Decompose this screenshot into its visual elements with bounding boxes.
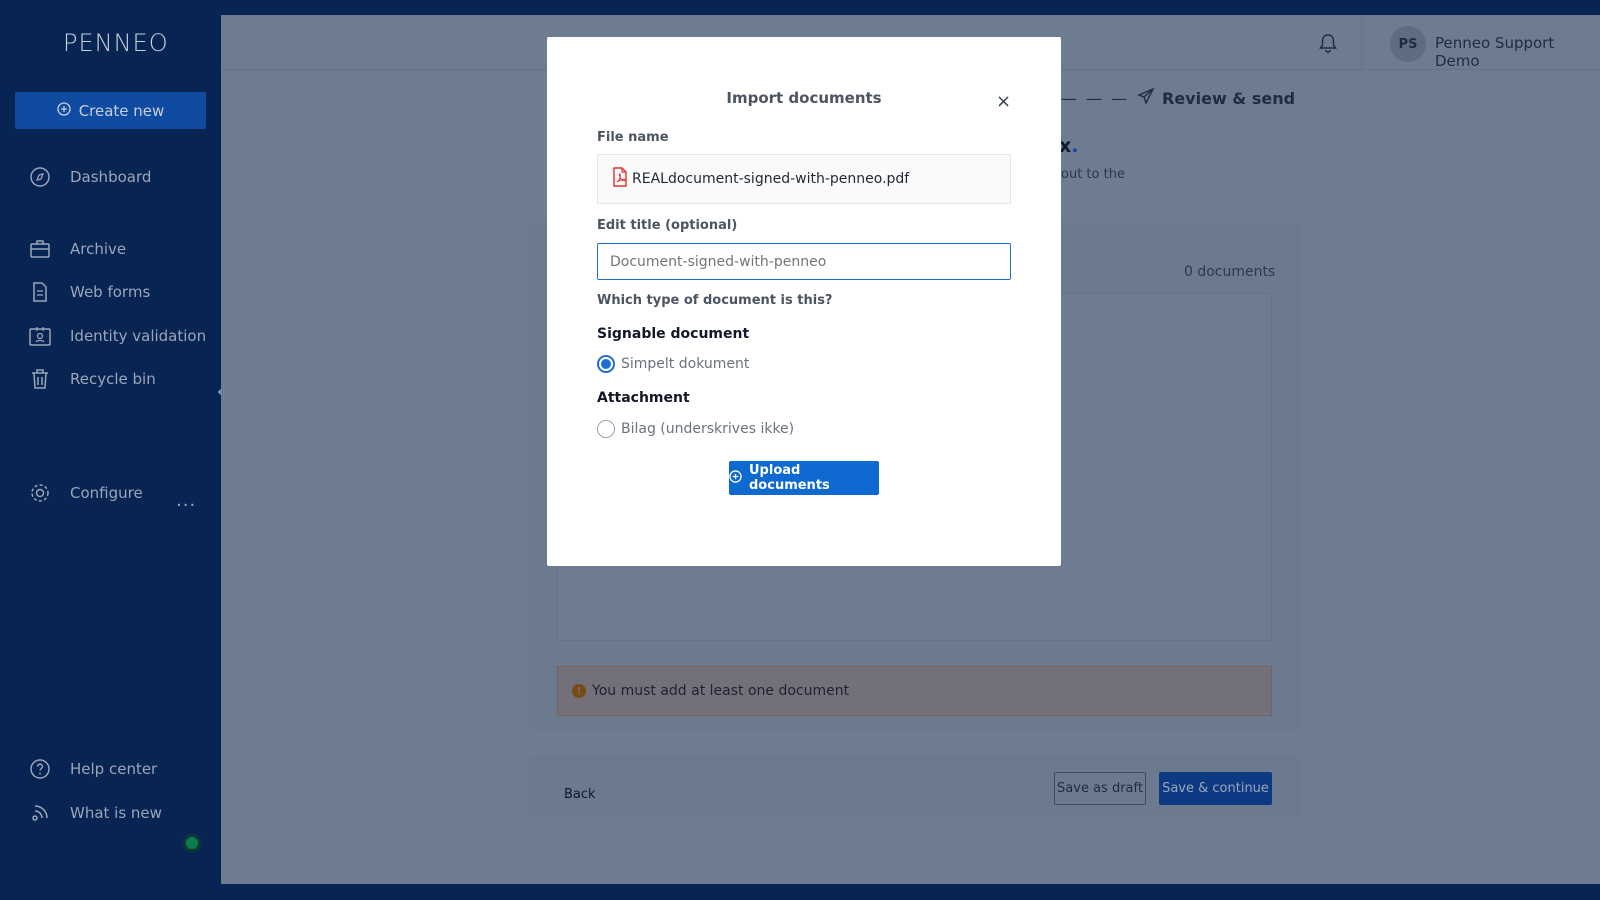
import-documents-modal: Import documents × File name REALdocumen… bbox=[547, 37, 1061, 566]
trash-icon bbox=[28, 367, 52, 391]
warning-icon: ! bbox=[572, 684, 586, 698]
validation-alert: ! You must add at least one document bbox=[557, 666, 1272, 716]
save-draft-button[interactable]: Save as draft bbox=[1054, 772, 1146, 805]
create-new-label: Create new bbox=[78, 101, 165, 120]
avatar[interactable]: PS bbox=[1390, 26, 1426, 62]
sidebar-item-label: Recycle bin bbox=[70, 370, 156, 388]
radio-unchecked-icon[interactable] bbox=[597, 420, 615, 438]
sidebar-item-dashboard[interactable]: Dashboard bbox=[28, 165, 151, 189]
radio-bilag[interactable]: Bilag (underskrives ikke) bbox=[597, 420, 794, 438]
step-review-send: Review & send bbox=[1137, 87, 1296, 108]
close-icon[interactable]: × bbox=[996, 93, 1011, 111]
edit-title-input[interactable] bbox=[597, 243, 1011, 280]
radio-simpelt-dokument[interactable]: Simpelt dokument bbox=[597, 355, 749, 373]
save-continue-button[interactable]: Save & continue bbox=[1159, 772, 1272, 805]
sidebar-item-archive[interactable]: Archive bbox=[28, 237, 126, 261]
top-strip bbox=[0, 0, 1600, 15]
sidebar-item-label: Web forms bbox=[70, 283, 151, 301]
radio-checked-icon[interactable] bbox=[597, 355, 615, 373]
file-name-display: REALdocument-signed-with-penneo.pdf bbox=[597, 154, 1011, 204]
sidebar-item-configure[interactable]: Configure bbox=[28, 481, 143, 505]
upload-label: Upload documents bbox=[749, 463, 830, 493]
document-icon bbox=[28, 280, 52, 304]
document-type-question: Which type of document is this? bbox=[597, 293, 833, 308]
sidebar-item-identity-validation[interactable]: Identity validation bbox=[28, 324, 206, 348]
gear-icon bbox=[28, 481, 52, 505]
briefcase-icon bbox=[28, 237, 52, 261]
penneo-logo: PENNEO bbox=[63, 29, 169, 57]
id-card-icon bbox=[28, 324, 52, 348]
back-button[interactable]: Back bbox=[564, 787, 596, 802]
attachment-heading: Attachment bbox=[597, 390, 690, 406]
pdf-file-icon bbox=[612, 167, 628, 191]
sidebar-item-label: Archive bbox=[70, 240, 127, 258]
radio-label: Simpelt dokument bbox=[621, 356, 750, 372]
alert-text: You must add at least one document bbox=[592, 683, 850, 699]
create-new-button[interactable]: Create new bbox=[15, 92, 206, 129]
paper-plane-icon bbox=[1137, 87, 1155, 108]
sidebar-item-what-is-new[interactable]: What is new bbox=[28, 801, 162, 825]
sidebar-item-label: What is new bbox=[70, 804, 162, 822]
compass-icon bbox=[28, 165, 52, 189]
sidebar-item-label: Help center bbox=[70, 760, 158, 778]
header-divider bbox=[1361, 15, 1362, 70]
sidebar-item-web-forms[interactable]: Web forms bbox=[28, 280, 150, 304]
help-icon bbox=[28, 757, 52, 781]
sidebar-item-label: Dashboard bbox=[70, 168, 152, 186]
document-count: 0 documents bbox=[1184, 264, 1276, 280]
plus-circle-icon bbox=[729, 469, 742, 487]
plus-circle-icon bbox=[57, 101, 71, 120]
broadcast-icon bbox=[28, 801, 52, 825]
edit-title-label: Edit title (optional) bbox=[597, 218, 738, 233]
sidebar: PENNEO Create new Dashboard Archive Web … bbox=[0, 15, 221, 884]
signable-heading: Signable document bbox=[597, 326, 750, 342]
sidebar-item-label: Configure bbox=[70, 484, 143, 502]
sidebar-item-recycle-bin[interactable]: Recycle bin bbox=[28, 367, 156, 391]
file-name-text: REALdocument-signed-with-penneo.pdf bbox=[632, 171, 910, 187]
step-connector: — — — bbox=[1061, 89, 1130, 108]
title-dot: . bbox=[1071, 135, 1079, 157]
modal-title: Import documents bbox=[726, 89, 882, 107]
page-title-fragment: x. bbox=[1059, 135, 1078, 157]
user-name[interactable]: Penneo Support Demo bbox=[1435, 34, 1600, 70]
sidebar-item-label: Identity validation bbox=[70, 327, 207, 345]
file-name-label: File name bbox=[597, 130, 669, 145]
bottom-strip bbox=[0, 884, 1600, 900]
radio-label: Bilag (underskrives ikke) bbox=[621, 421, 795, 437]
upload-documents-button[interactable]: Upload documents bbox=[729, 461, 879, 495]
sidebar-item-help-center[interactable]: Help center bbox=[28, 757, 157, 781]
configure-more-button[interactable]: ··· bbox=[176, 495, 196, 516]
new-indicator-dot bbox=[186, 837, 198, 849]
review-send-label: Review & send bbox=[1162, 88, 1296, 108]
page-subtitle-fragment: out to the bbox=[1061, 167, 1125, 182]
bell-icon[interactable] bbox=[1319, 33, 1337, 57]
